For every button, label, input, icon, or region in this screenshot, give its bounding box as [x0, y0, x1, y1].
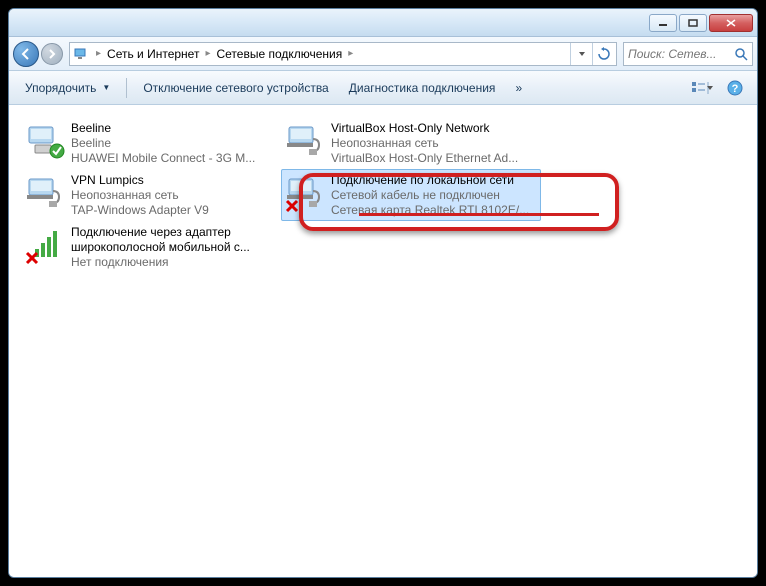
chevron-right-icon[interactable]: ▸ [203, 48, 212, 59]
minimize-button[interactable] [649, 14, 677, 32]
search-icon [734, 47, 748, 61]
connection-name: Подключение через адаптер широкополосной… [71, 225, 277, 255]
connection-status: Нет подключения [71, 255, 277, 270]
connection-status: Неопознанная сеть [71, 188, 277, 203]
connection-device: VirtualBox Host-Only Ethernet Ad... [331, 151, 537, 166]
chevron-right-icon[interactable]: ▸ [346, 48, 355, 59]
history-dropdown-button[interactable] [570, 43, 592, 65]
back-button[interactable] [13, 41, 39, 67]
connection-status: Сетевой кабель не подключен [331, 188, 537, 203]
mobile-signal-disconnected-icon [25, 225, 65, 265]
connection-item-selected[interactable]: Подключение по локальной сети Сетевой ка… [281, 169, 541, 221]
toolbar: Упорядочить▼ Отключение сетевого устройс… [9, 71, 757, 105]
connection-device: Сетевая карта Realtek RTL8102E/... [331, 203, 537, 218]
connections-list: Beeline Beeline HUAWEI Mobile Connect - … [9, 105, 757, 577]
search-box[interactable] [623, 42, 753, 66]
connection-item[interactable]: Beeline Beeline HUAWEI Mobile Connect - … [21, 117, 281, 169]
refresh-button[interactable] [592, 43, 614, 65]
lan-adapter-disconnected-icon [285, 173, 325, 213]
connection-name: Подключение по локальной сети [331, 173, 537, 188]
separator [126, 78, 127, 98]
search-input[interactable] [628, 47, 734, 61]
close-button[interactable] [709, 14, 753, 32]
connection-device: HUAWEI Mobile Connect - 3G M... [71, 151, 277, 166]
connection-status: Beeline [71, 136, 277, 151]
network-location-icon [72, 45, 90, 63]
more-button[interactable]: » [507, 77, 530, 99]
explorer-window: ▸ Сеть и Интернет ▸ Сетевые подключения … [8, 8, 758, 578]
view-options-button[interactable] [689, 76, 717, 100]
wan-modem-icon [25, 121, 65, 161]
diagnose-button[interactable]: Диагностика подключения [341, 77, 504, 99]
chevron-right-icon[interactable]: ▸ [94, 48, 103, 59]
connection-name: VirtualBox Host-Only Network [331, 121, 537, 136]
connection-name: VPN Lumpics [71, 173, 277, 188]
connection-status: Неопознанная сеть [331, 136, 537, 151]
navbar: ▸ Сеть и Интернет ▸ Сетевые подключения … [9, 37, 757, 71]
breadcrumb-network[interactable]: Сеть и Интернет [103, 47, 203, 61]
organize-button[interactable]: Упорядочить▼ [17, 77, 118, 99]
svg-text:?: ? [732, 83, 739, 95]
address-bar[interactable]: ▸ Сеть и Интернет ▸ Сетевые подключения … [69, 42, 617, 66]
forward-button[interactable] [41, 43, 63, 65]
breadcrumb-connections[interactable]: Сетевые подключения [212, 47, 346, 61]
titlebar[interactable] [9, 9, 757, 37]
lan-adapter-icon [25, 173, 65, 213]
connection-item[interactable]: Подключение через адаптер широкополосной… [21, 221, 281, 279]
connection-device: TAP-Windows Adapter V9 [71, 203, 277, 218]
help-button[interactable]: ? [721, 76, 749, 100]
chevron-down-icon: ▼ [102, 83, 110, 92]
connection-name: Beeline [71, 121, 277, 136]
connection-item[interactable]: VPN Lumpics Неопознанная сеть TAP-Window… [21, 169, 281, 221]
lan-adapter-icon [285, 121, 325, 161]
maximize-button[interactable] [679, 14, 707, 32]
connection-item[interactable]: VirtualBox Host-Only Network Неопознанна… [281, 117, 541, 169]
disable-device-button[interactable]: Отключение сетевого устройства [135, 77, 336, 99]
